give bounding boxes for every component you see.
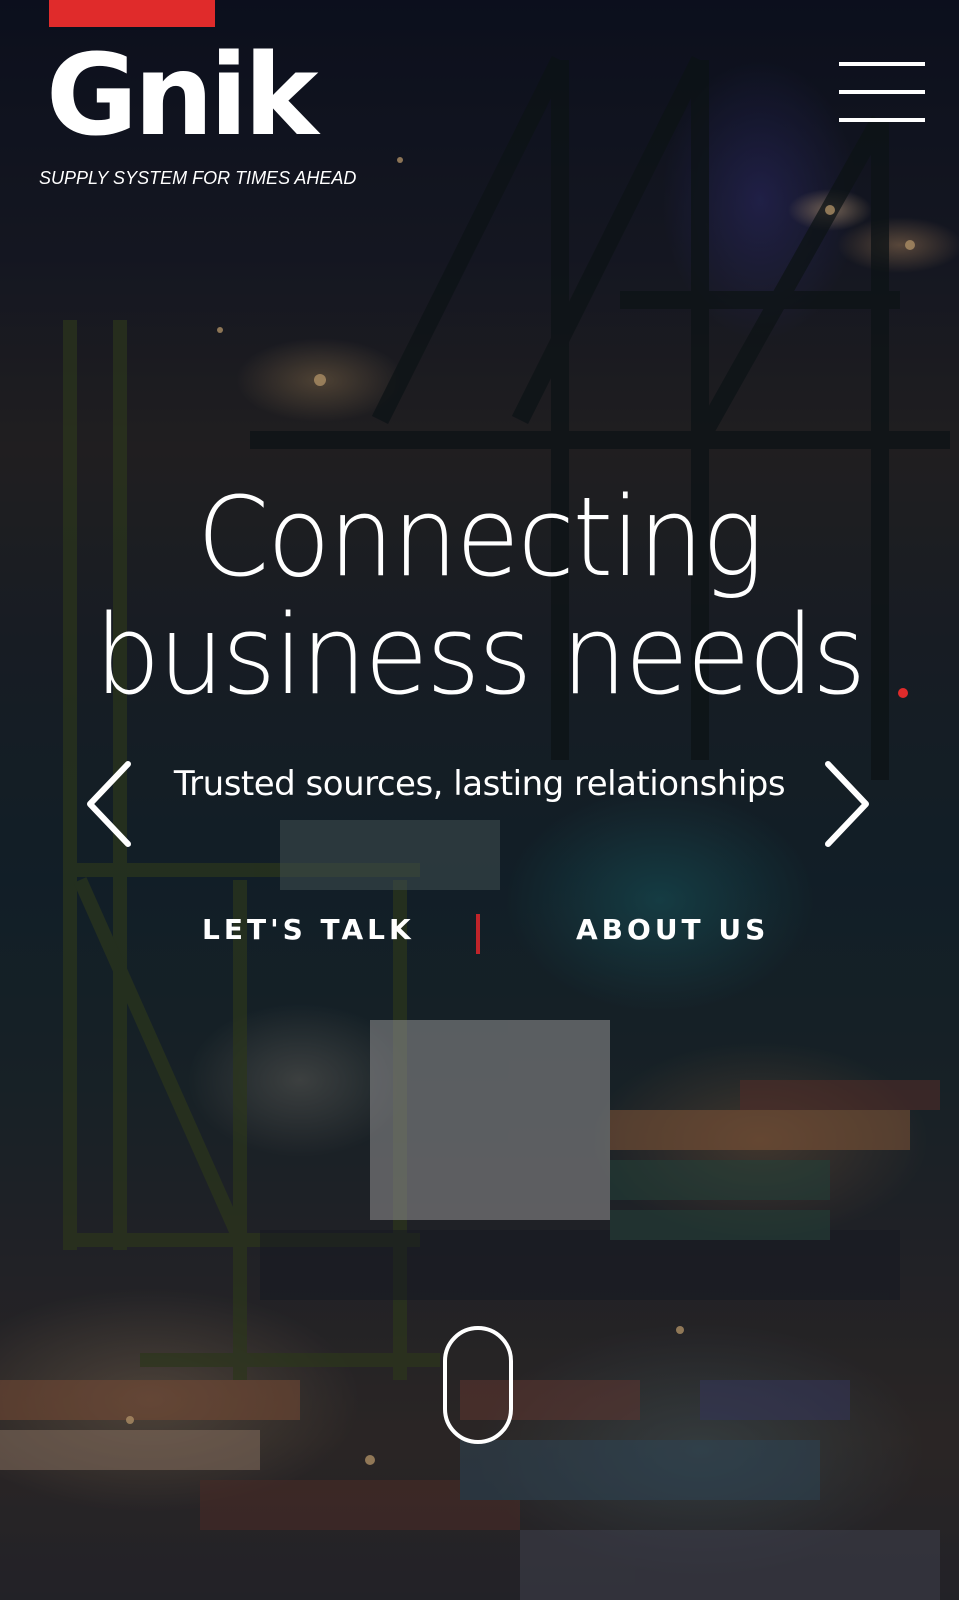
chevron-left-icon[interactable]: [80, 760, 140, 848]
cta-divider: [476, 914, 480, 954]
logo-accent-bar: [49, 0, 215, 27]
hero-headline: Connecting business needs: [0, 478, 959, 714]
headline-line-1: Connecting: [196, 473, 764, 601]
chevron-right-icon[interactable]: [816, 760, 876, 848]
lets-talk-link[interactable]: LET'S TALK: [202, 912, 415, 948]
headline-line-2: business needs: [94, 591, 866, 719]
headline-accent-dot: [898, 688, 908, 698]
menu-bar-bottom: [839, 118, 925, 122]
menu-bar-middle: [839, 90, 925, 94]
about-us-link[interactable]: ABOUT US: [576, 912, 769, 948]
menu-bar-top: [839, 62, 925, 66]
hamburger-menu-icon[interactable]: [839, 62, 925, 124]
brand-tagline: SUPPLY SYSTEM FOR TIMES AHEAD: [39, 168, 357, 188]
brand-logo[interactable]: Gnik: [46, 36, 319, 156]
mouse-scroll-icon[interactable]: [443, 1326, 513, 1444]
